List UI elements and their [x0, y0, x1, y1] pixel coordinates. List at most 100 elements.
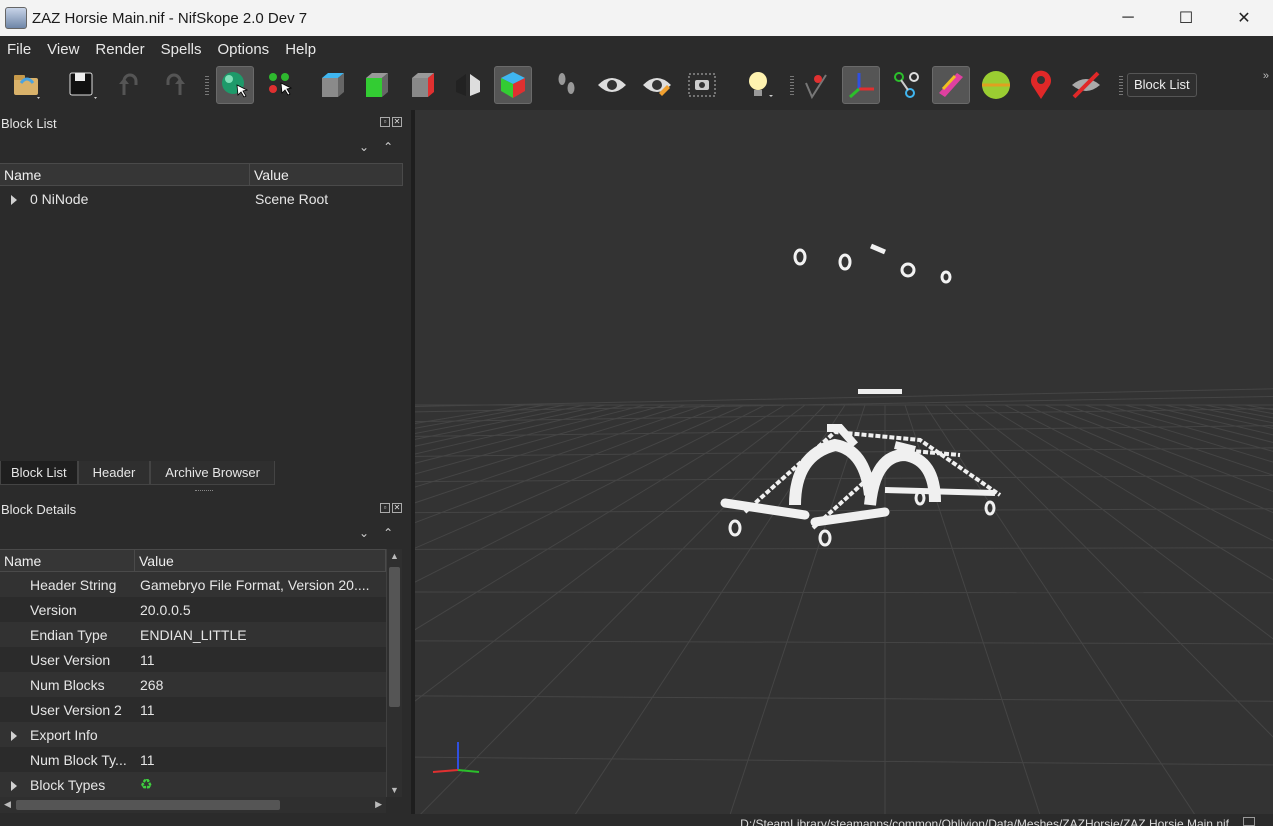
- view-top-icon[interactable]: [313, 66, 351, 104]
- left-pane: Block List ▫ ✕ ⌄ ⌃ Name Value 0 NiNode S…: [0, 110, 411, 814]
- row-name: 0 NiNode: [30, 190, 89, 207]
- block-details-title: Block Details: [1, 502, 77, 517]
- tab-header[interactable]: Header: [77, 461, 151, 485]
- expand-arrow-icon[interactable]: [11, 194, 17, 205]
- close-dock-icon[interactable]: ✕: [392, 503, 402, 513]
- menu-spells[interactable]: Spells: [153, 41, 210, 58]
- expand-arrow-icon[interactable]: [11, 780, 17, 791]
- maximize-button[interactable]: ☐: [1157, 0, 1215, 36]
- file-path: D:/SteamLibrary/steamapps/common/Oblivio…: [740, 817, 1229, 826]
- select-object-icon[interactable]: [216, 66, 254, 104]
- left-tabs: Block List Header Archive Browser: [0, 461, 411, 485]
- details-row[interactable]: Num Block Ty... 11: [0, 747, 386, 772]
- column-value-header[interactable]: Value: [250, 164, 403, 185]
- show-axes-icon[interactable]: [638, 66, 676, 104]
- show-axes-gizmo-icon[interactable]: [842, 66, 880, 104]
- splitter-handle[interactable]: [195, 490, 213, 492]
- hide-markers-icon[interactable]: [1067, 66, 1105, 104]
- float-dock-icon[interactable]: ▫: [380, 117, 390, 127]
- float-dock-icon[interactable]: ▫: [380, 503, 390, 513]
- row-name: Version: [30, 601, 77, 618]
- small-plank: [858, 389, 902, 394]
- details-vertical-scrollbar[interactable]: ▲ ▼: [386, 549, 402, 797]
- row-value: 11: [140, 751, 155, 768]
- details-row[interactable]: Endian Type ENDIAN_LITTLE: [0, 622, 386, 647]
- row-value: 268: [140, 676, 164, 693]
- show-hidden-icon[interactable]: [593, 66, 631, 104]
- tab-block-list[interactable]: Block List: [0, 461, 78, 485]
- column-name-header[interactable]: Name: [0, 164, 250, 185]
- tab-archive-browser[interactable]: Archive Browser: [150, 461, 275, 485]
- window-title: ZAZ Horsie Main.nif - NifSkope 2.0 Dev 7: [32, 9, 308, 27]
- view-side-icon[interactable]: [403, 66, 441, 104]
- menu-render[interactable]: Render: [87, 41, 152, 58]
- row-name: User Version 2: [30, 701, 122, 718]
- close-button[interactable]: ✕: [1215, 0, 1273, 36]
- menu-help[interactable]: Help: [277, 41, 324, 58]
- collapse-all-icon[interactable]: ⌃: [383, 140, 393, 154]
- refresh-icon[interactable]: ♻: [140, 776, 153, 792]
- walk-icon[interactable]: [548, 66, 586, 104]
- show-bounds-icon[interactable]: [977, 66, 1015, 104]
- row-name: Endian Type: [30, 626, 108, 643]
- details-row[interactable]: User Version 2 11: [0, 697, 386, 722]
- details-row[interactable]: Block Types ♻: [0, 772, 386, 797]
- collapse-all-icon[interactable]: ⌃: [383, 526, 393, 540]
- toolbar-overflow-button[interactable]: »: [1263, 70, 1269, 82]
- select-vertex-icon[interactable]: [262, 66, 300, 104]
- scene-canvas[interactable]: [415, 110, 1273, 814]
- toolbar: Block List »: [0, 62, 1273, 110]
- show-nodes-icon[interactable]: [797, 66, 835, 104]
- block-list-toolbar-label[interactable]: Block List: [1127, 73, 1197, 97]
- expand-all-icon[interactable]: ⌄: [359, 526, 369, 540]
- details-row[interactable]: User Version 11: [0, 647, 386, 672]
- tree-row[interactable]: 0 NiNode Scene Root: [0, 186, 403, 211]
- status-indicator-icon: [1243, 817, 1255, 826]
- view-user-icon[interactable]: [494, 66, 532, 104]
- app-icon: [5, 7, 27, 29]
- status-bar: D:/SteamLibrary/steamapps/common/Oblivio…: [0, 814, 1273, 826]
- close-dock-icon[interactable]: ✕: [392, 117, 402, 127]
- show-havok-icon[interactable]: [932, 66, 970, 104]
- row-name: Header String: [30, 576, 117, 593]
- column-name-header[interactable]: Name: [0, 550, 135, 571]
- row-name: Export Info: [30, 726, 98, 743]
- details-horizontal-scrollbar[interactable]: ◀ ▶: [0, 797, 386, 813]
- details-row[interactable]: Version 20.0.0.5: [0, 597, 386, 622]
- block-list-title: Block List: [1, 116, 57, 131]
- expand-all-icon[interactable]: ⌄: [359, 140, 369, 154]
- menu-options[interactable]: Options: [209, 41, 277, 58]
- view-flip-icon[interactable]: [449, 66, 487, 104]
- menu-file[interactable]: File: [0, 41, 39, 58]
- undo-icon[interactable]: [111, 66, 149, 104]
- minimize-button[interactable]: ─: [1099, 0, 1157, 36]
- show-constraints-icon[interactable]: [887, 66, 925, 104]
- row-value: Scene Root: [255, 190, 329, 207]
- horsie-model: [720, 424, 1002, 547]
- row-value: ♻: [135, 776, 386, 793]
- show-markers-icon[interactable]: [1022, 66, 1060, 104]
- expand-arrow-icon[interactable]: [11, 730, 17, 741]
- row-value: ENDIAN_LITTLE: [140, 626, 247, 643]
- block-list-tree: Name Value 0 NiNode Scene Root: [0, 163, 403, 453]
- menu-view[interactable]: View: [39, 41, 87, 58]
- menu-bar: File View Render Spells Options Help: [0, 36, 1273, 62]
- view-front-icon[interactable]: [357, 66, 395, 104]
- load-icon[interactable]: [8, 66, 46, 104]
- row-value: Gamebryo File Format, Version 20....: [140, 576, 370, 593]
- save-icon[interactable]: [63, 66, 101, 104]
- lighting-icon[interactable]: [740, 66, 778, 104]
- row-name: Num Blocks: [30, 676, 105, 693]
- render-viewport[interactable]: [415, 110, 1273, 814]
- row-value: 20.0.0.5: [140, 601, 191, 618]
- row-value: 11: [140, 701, 155, 718]
- title-bar: ZAZ Horsie Main.nif - NifSkope 2.0 Dev 7…: [0, 0, 1273, 36]
- column-value-header[interactable]: Value: [135, 550, 386, 571]
- row-value: 11: [140, 651, 155, 668]
- screenshot-icon[interactable]: [683, 66, 721, 104]
- block-details-tree: Name Value Header String Gamebryo File Fo…: [0, 549, 386, 797]
- details-row[interactable]: Header String Gamebryo File Format, Versi…: [0, 572, 386, 597]
- details-row[interactable]: Num Blocks 268: [0, 672, 386, 697]
- redo-icon[interactable]: [155, 66, 193, 104]
- details-row[interactable]: Export Info: [0, 722, 386, 747]
